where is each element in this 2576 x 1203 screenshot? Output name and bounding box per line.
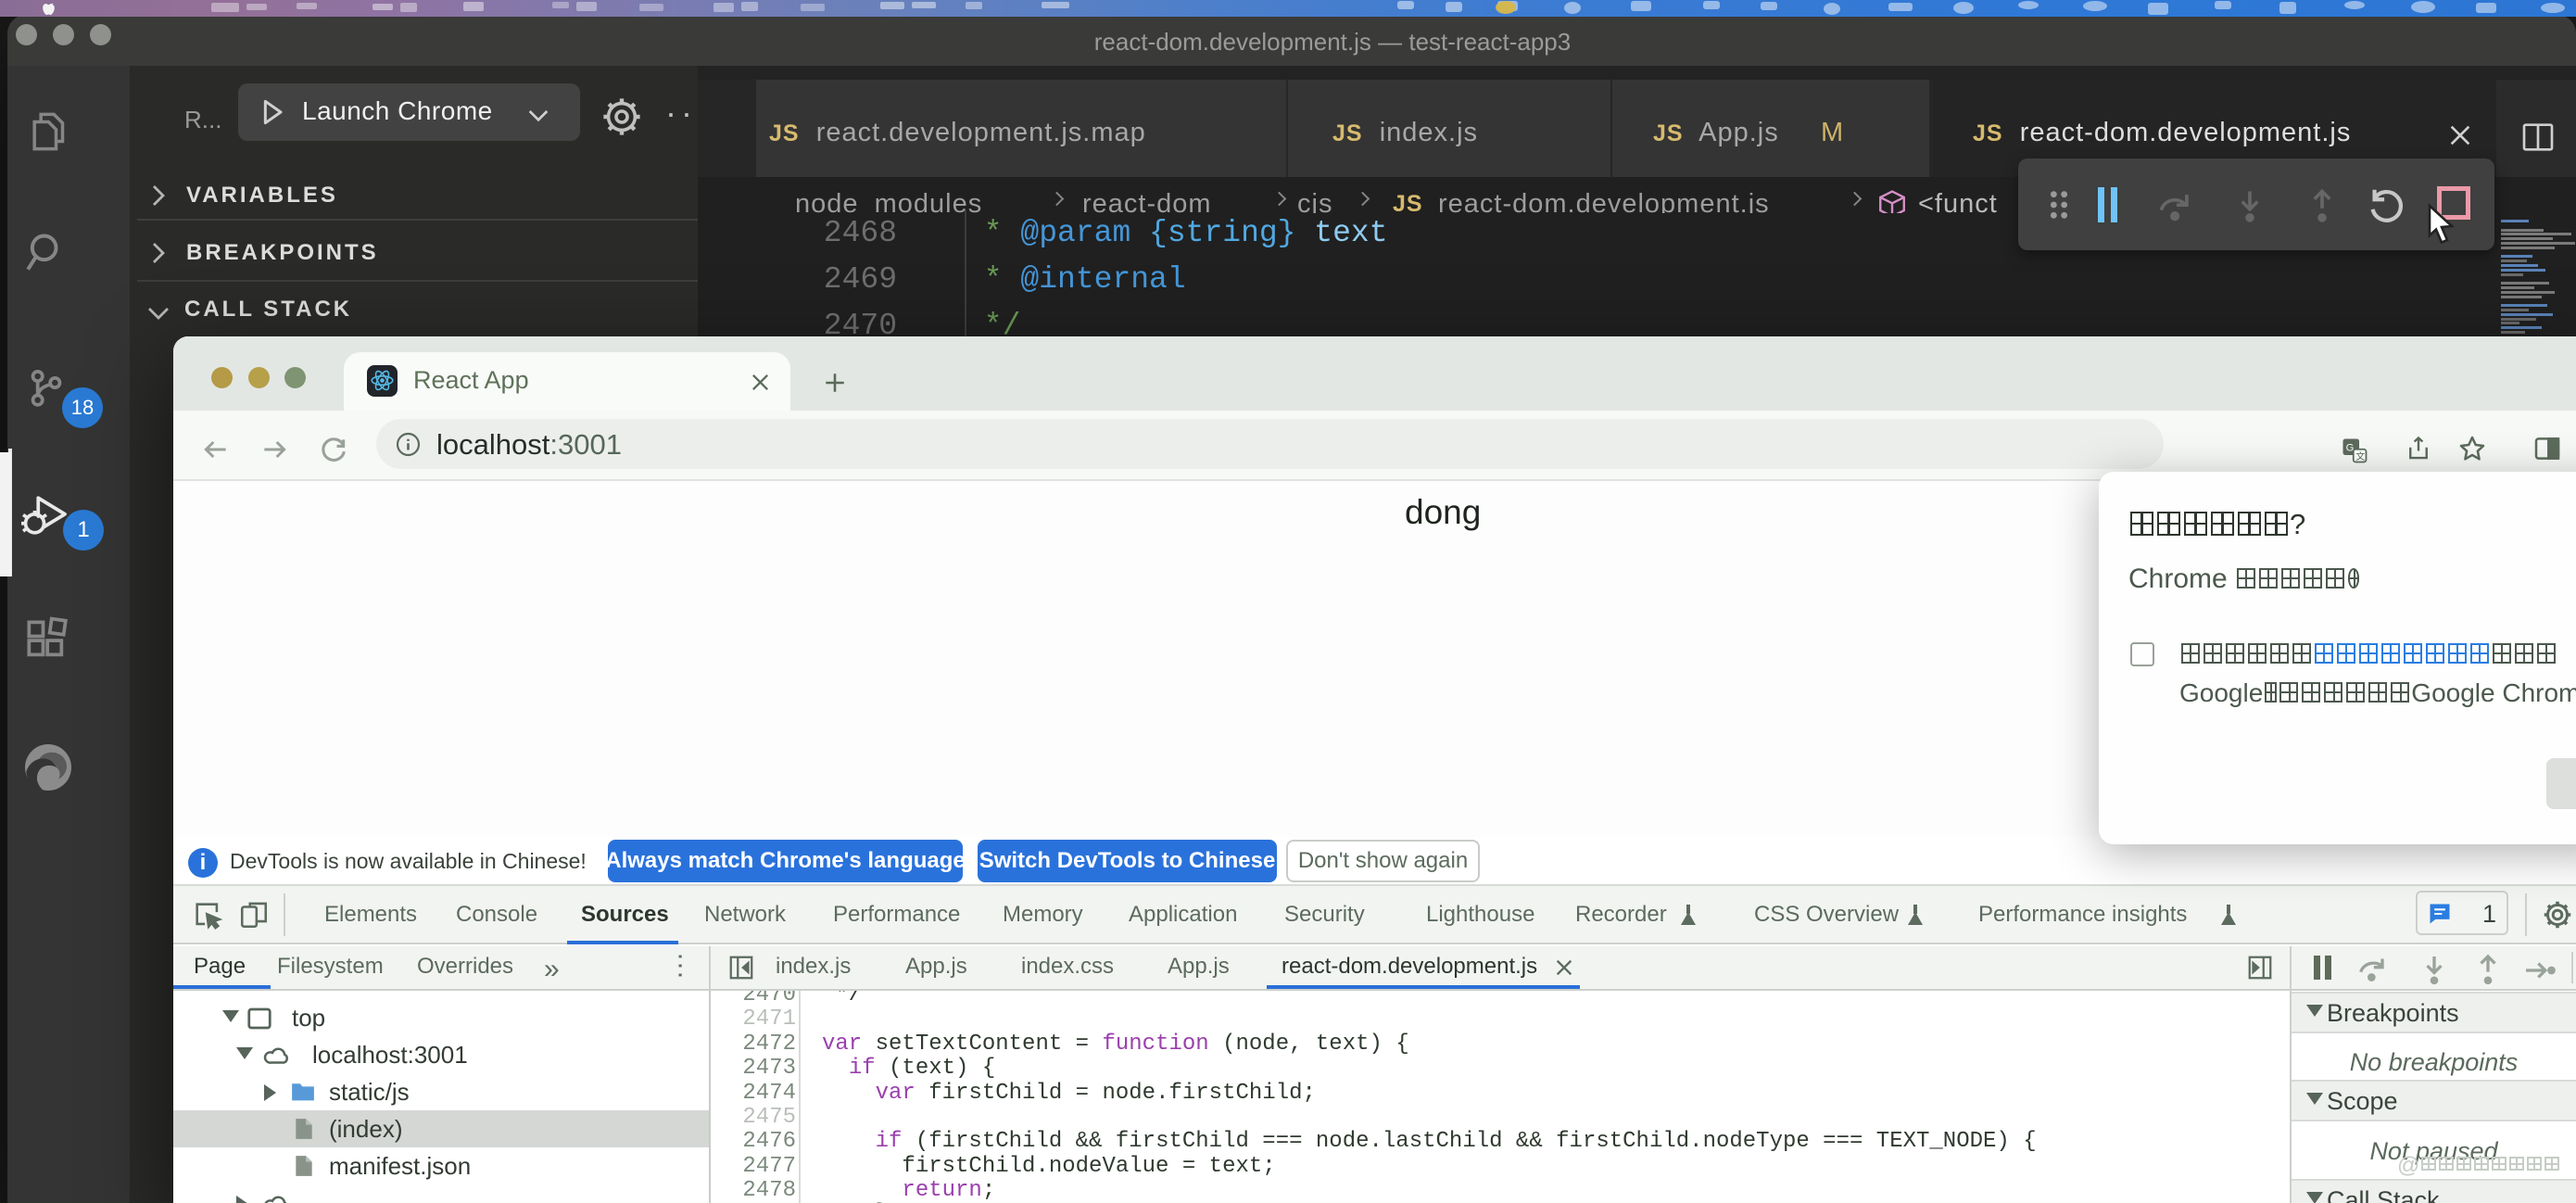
svg-text:文: 文 bbox=[2355, 450, 2365, 462]
